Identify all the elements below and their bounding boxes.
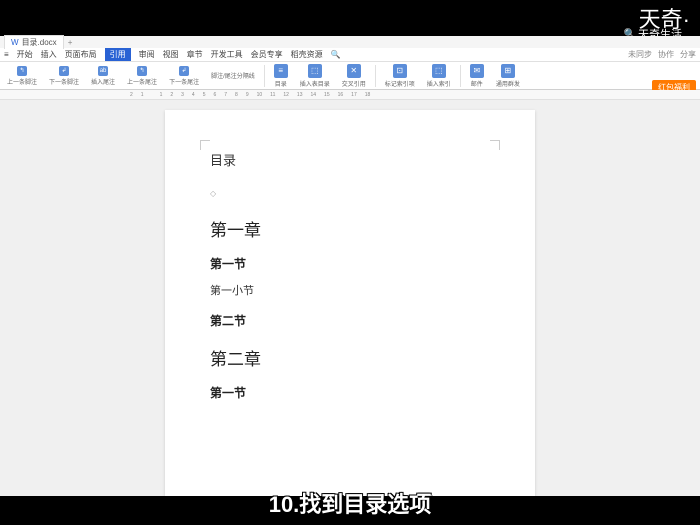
heading-level-2[interactable]: 第一节 <box>210 255 490 272</box>
insert-index-icon: ⬚ <box>432 64 446 78</box>
mark-index-icon: ⊡ <box>393 64 407 78</box>
ribbon: ↰上一条脚注 ↲下一条脚注 ab插入尾注 ↰上一条尾注 ↲下一条尾注 脚注/尾注… <box>0 62 700 90</box>
menu-file[interactable]: ≡ <box>4 50 9 59</box>
ribbon-divider <box>460 65 461 87</box>
ribbon-cross-ref[interactable]: ✕交叉引用 <box>339 64 369 88</box>
ribbon-next-endnote[interactable]: ↲下一条尾注 <box>166 66 202 86</box>
menu-insert[interactable]: 插入 <box>41 49 57 60</box>
ribbon-prev-endnote[interactable]: ↰上一条尾注 <box>124 66 160 86</box>
mass-send-icon: ⊞ <box>501 64 515 78</box>
wps-window: 红包福利 W 目录.docx + ≡ 开始 插入 页面布局 引用 审阅 视图 章… <box>0 36 700 496</box>
menu-review[interactable]: 审阅 <box>139 49 155 60</box>
toc-icon: ≡ <box>274 64 288 78</box>
search-box[interactable]: 🔍 <box>331 50 341 59</box>
ruler: 21123456789101112131415161718 <box>0 90 700 100</box>
ribbon-mark-index[interactable]: ⊡标记索引项 <box>382 64 418 88</box>
menubar: ≡ 开始 插入 页面布局 引用 审阅 视图 章节 开发工具 会员专享 稻壳资源 … <box>0 48 700 62</box>
table-toc-icon: ⬚ <box>308 64 322 78</box>
menu-view[interactable]: 视图 <box>163 49 179 60</box>
titlebar: W 目录.docx + <box>0 36 700 48</box>
sync-status[interactable]: 未同步 <box>628 49 652 60</box>
top-overlay: 天奇· 天奇生活 <box>0 0 700 36</box>
ribbon-mail[interactable]: ✉邮件 <box>467 64 487 88</box>
collab-button[interactable]: 协作 <box>658 49 674 60</box>
next-footnote-icon: ↲ <box>59 66 69 76</box>
ribbon-separator-line[interactable]: 脚注/尾注分隔线 <box>208 71 258 80</box>
margin-corner <box>490 140 500 150</box>
menu-resources[interactable]: 稻壳资源 <box>291 49 323 60</box>
heading-level-1[interactable]: 第一章 <box>210 216 490 241</box>
add-tab-button[interactable]: + <box>68 38 73 47</box>
margin-corner <box>200 140 210 150</box>
prev-endnote-icon: ↰ <box>137 66 147 76</box>
ribbon-insert-index[interactable]: ⬚插入索引 <box>424 64 454 88</box>
document-tab[interactable]: W 目录.docx <box>4 35 64 49</box>
comment-marker[interactable]: ◇ <box>210 189 490 198</box>
heading-level-1[interactable]: 第二章 <box>210 345 490 370</box>
next-endnote-icon: ↲ <box>179 66 189 76</box>
share-button[interactable]: 分享 <box>680 49 696 60</box>
ribbon-divider <box>264 65 265 87</box>
ribbon-mass-send[interactable]: ⊞通用群发 <box>493 64 523 88</box>
ribbon-prev-footnote[interactable]: ↰上一条脚注 <box>4 66 40 86</box>
heading-level-2[interactable]: 第一节 <box>210 384 490 401</box>
doc-title[interactable]: 目录 <box>210 150 490 169</box>
ruler-marks: 21123456789101112131415161718 <box>130 90 700 99</box>
tab-filename: 目录.docx <box>22 37 57 48</box>
word-icon: W <box>11 38 19 47</box>
menu-chapter[interactable]: 章节 <box>187 49 203 60</box>
doc-sections[interactable]: 第一章第一节第一小节第二节第二章第一节 <box>210 216 490 401</box>
ribbon-insert-endnote[interactable]: ab插入尾注 <box>88 66 118 86</box>
menu-member[interactable]: 会员专享 <box>251 49 283 60</box>
menu-right-cluster: 未同步 协作 分享 <box>628 49 696 60</box>
menu-reference[interactable]: 引用 <box>105 48 131 61</box>
page[interactable]: 目录 ◇ 第一章第一节第一小节第二节第二章第一节 <box>165 110 535 496</box>
document-area[interactable]: 目录 ◇ 第一章第一节第一小节第二节第二章第一节 <box>0 100 700 496</box>
ribbon-divider <box>375 65 376 87</box>
ribbon-insert-table-toc[interactable]: ⬚插入表目录 <box>297 64 333 88</box>
endnote-icon: ab <box>98 66 108 76</box>
menu-devtools[interactable]: 开发工具 <box>211 49 243 60</box>
prev-footnote-icon: ↰ <box>17 66 27 76</box>
heading-level-3[interactable]: 第一小节 <box>210 282 490 298</box>
mail-icon: ✉ <box>470 64 484 78</box>
ribbon-toc[interactable]: ≡目录 <box>271 64 291 88</box>
menu-start[interactable]: 开始 <box>17 49 33 60</box>
menu-layout[interactable]: 页面布局 <box>65 49 97 60</box>
video-caption: 10.找到目录选项 <box>269 487 432 519</box>
ribbon-next-footnote[interactable]: ↲下一条脚注 <box>46 66 82 86</box>
crossref-icon: ✕ <box>347 64 361 78</box>
heading-level-2[interactable]: 第二节 <box>210 312 490 329</box>
